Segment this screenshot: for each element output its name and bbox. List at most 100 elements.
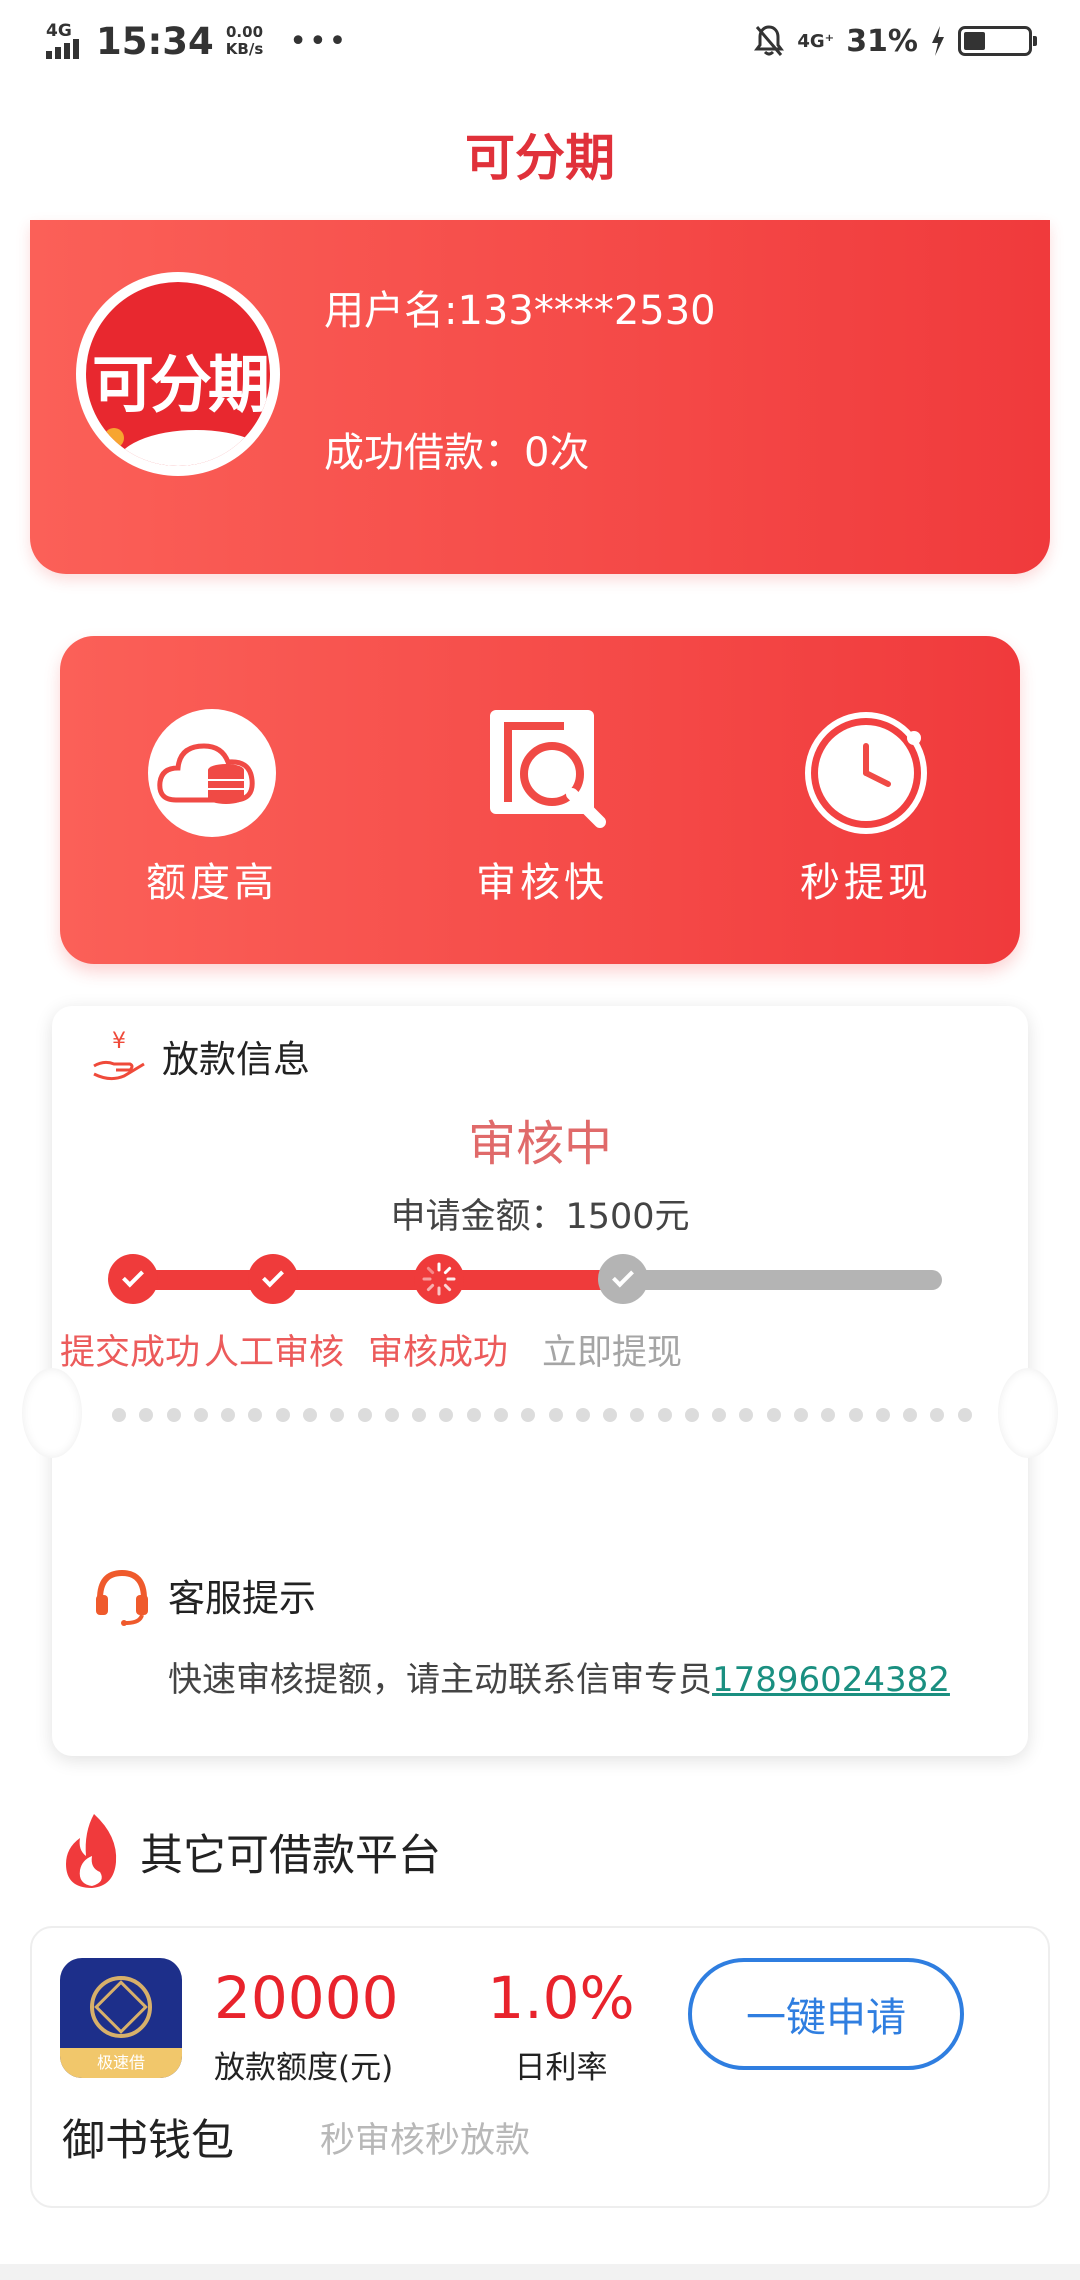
bottom-divider bbox=[0, 2264, 1080, 2280]
app-logo-text: 可分期 bbox=[91, 348, 270, 421]
perforation-dot bbox=[739, 1408, 754, 1422]
network-speed-value: 0.00 bbox=[226, 23, 264, 41]
loan-info-card: ¥ 放款信息 审核中 申请金额：1500元 提交成功 人工审核 审核成功 立即提… bbox=[22, 1006, 1058, 1756]
perforation-dot bbox=[684, 1408, 699, 1422]
more-notifications-icon: ••• bbox=[289, 23, 349, 59]
perforation-dot bbox=[575, 1408, 590, 1422]
feature-high-limit: 额度高 bbox=[92, 708, 332, 908]
perforation-dot bbox=[193, 1408, 208, 1422]
loan-count: 成功借款：0次 bbox=[324, 430, 590, 476]
step-label-withdraw: 立即提现 bbox=[541, 1333, 682, 1373]
step-node-submitted bbox=[108, 1254, 158, 1304]
check-icon bbox=[612, 1265, 634, 1287]
app-logo: 可分期 bbox=[86, 282, 270, 466]
perforation-dot bbox=[330, 1408, 345, 1422]
charging-icon bbox=[932, 26, 944, 56]
perforation-dot bbox=[957, 1408, 972, 1422]
platform-amount-label: 放款额度(元) bbox=[214, 2050, 394, 2086]
ticket-notch-left bbox=[22, 1368, 82, 1458]
perforation-dot bbox=[548, 1408, 563, 1422]
status-bar: 4G 15:34 0.00 KB/s ••• 4G⁺ 31% bbox=[0, 0, 1080, 82]
feature-fast-review: 审核快 bbox=[422, 708, 662, 908]
step-node-withdraw bbox=[598, 1254, 648, 1304]
clock-icon bbox=[805, 712, 927, 834]
network-type: 4G bbox=[46, 21, 72, 41]
status-bar-left: 4G 15:34 0.00 KB/s ••• bbox=[46, 16, 348, 66]
yuan-hand-icon: ¥ bbox=[93, 1029, 145, 1081]
other-platforms-header: 其它可借款平台 bbox=[56, 1812, 441, 1892]
platform-amount: 20000 bbox=[214, 1964, 399, 2032]
service-heading: 客服提示 bbox=[168, 1577, 316, 1620]
perforation-dot bbox=[848, 1408, 863, 1422]
platform-logo-text: 极速借 bbox=[60, 2048, 182, 2078]
avatar: 可分期 bbox=[76, 272, 280, 476]
perforation-dot bbox=[521, 1408, 536, 1422]
perforation-dot bbox=[712, 1408, 727, 1422]
profile-card: 可分期 用户名:133****2530 成功借款：0次 bbox=[30, 220, 1050, 574]
other-platforms-heading: 其它可借款平台 bbox=[140, 1831, 441, 1881]
loan-info-heading: 放款信息 bbox=[162, 1038, 310, 1081]
perforation-dot bbox=[139, 1408, 154, 1422]
platform-name: 御书钱包 bbox=[62, 2116, 234, 2166]
battery-fill bbox=[964, 32, 985, 50]
perforation-dot bbox=[412, 1408, 427, 1422]
perforation-dot bbox=[302, 1408, 317, 1422]
perforation-dot bbox=[657, 1408, 672, 1422]
platform-description: 秒审核秒放款 bbox=[320, 2121, 531, 2161]
battery-icon bbox=[958, 26, 1037, 56]
progress-track bbox=[122, 1270, 942, 1290]
loading-spinner-icon bbox=[422, 1262, 456, 1296]
perforation-dot bbox=[493, 1408, 508, 1422]
feature-instant-withdraw: 秒提现 bbox=[746, 708, 986, 908]
one-click-apply-button[interactable]: 一键申请 bbox=[688, 1958, 964, 2070]
feature-label: 额度高 bbox=[146, 860, 278, 906]
perforation-dot bbox=[794, 1408, 809, 1422]
loan-info-header: ¥ 放款信息 bbox=[90, 1026, 310, 1086]
perforation-dot bbox=[603, 1408, 618, 1422]
cloud-coins-icon bbox=[148, 709, 276, 837]
perforation-dot bbox=[357, 1408, 372, 1422]
progress-track-fill bbox=[122, 1270, 639, 1290]
platform-card: 极速借 20000 放款额度(元) 1.0% 日利率 一键申请 御书钱包 秒审核… bbox=[30, 1926, 1050, 2208]
clock: 15:34 bbox=[96, 19, 214, 63]
svg-text:¥: ¥ bbox=[112, 1029, 126, 1054]
feature-label: 秒提现 bbox=[800, 860, 932, 906]
page-title: 可分期 bbox=[465, 129, 615, 187]
review-status: 审核中 bbox=[467, 1116, 612, 1172]
headset-icon bbox=[96, 1569, 148, 1626]
apply-amount: 申请金额：1500元 bbox=[390, 1197, 690, 1237]
perforation-dot bbox=[930, 1408, 945, 1422]
magnify-document-icon bbox=[490, 710, 606, 828]
network-speed-unit: KB/s bbox=[225, 40, 264, 58]
ticket-notch-right bbox=[998, 1368, 1058, 1458]
battery-percent: 31% bbox=[846, 23, 918, 59]
status-bar-right: 4G⁺ 31% bbox=[753, 16, 1037, 66]
platform-daily-rate-label: 日利率 bbox=[514, 2050, 608, 2086]
ticket-perforation bbox=[112, 1408, 972, 1424]
service-message-text: 快速审核提额，请主动联系信审专员 bbox=[168, 1660, 712, 1700]
perforation-dot bbox=[630, 1408, 645, 1422]
step-node-manual-review bbox=[248, 1254, 298, 1304]
perforation-dot bbox=[821, 1408, 836, 1422]
check-icon bbox=[122, 1265, 144, 1287]
service-message: 快速审核提额，请主动联系信审专员17896024382 bbox=[168, 1652, 950, 1701]
perforation-dot bbox=[875, 1408, 890, 1422]
perforation-dot bbox=[112, 1408, 126, 1422]
perforation-dot bbox=[166, 1408, 181, 1422]
service-phone-link[interactable]: 17896024382 bbox=[712, 1660, 950, 1700]
platform-logo: 极速借 bbox=[60, 1958, 182, 2078]
perforation-dot bbox=[275, 1408, 290, 1422]
step-node-approved bbox=[414, 1254, 464, 1304]
perforation-dot bbox=[466, 1408, 481, 1422]
platform-daily-rate: 1.0% bbox=[487, 1964, 635, 2032]
step-label-approved: 审核成功 bbox=[367, 1333, 508, 1373]
fire-icon bbox=[66, 1814, 117, 1888]
check-icon bbox=[262, 1265, 284, 1287]
network-speed: 0.00 KB/s bbox=[226, 24, 263, 58]
features-card: 额度高 审核快 秒提现 bbox=[60, 636, 1020, 964]
feature-label: 审核快 bbox=[476, 860, 608, 906]
username: 用户名:133****2530 bbox=[324, 288, 716, 334]
perforation-dot bbox=[384, 1408, 399, 1422]
mute-bell-icon bbox=[754, 25, 785, 56]
service-header: 客服提示 bbox=[90, 1560, 316, 1630]
